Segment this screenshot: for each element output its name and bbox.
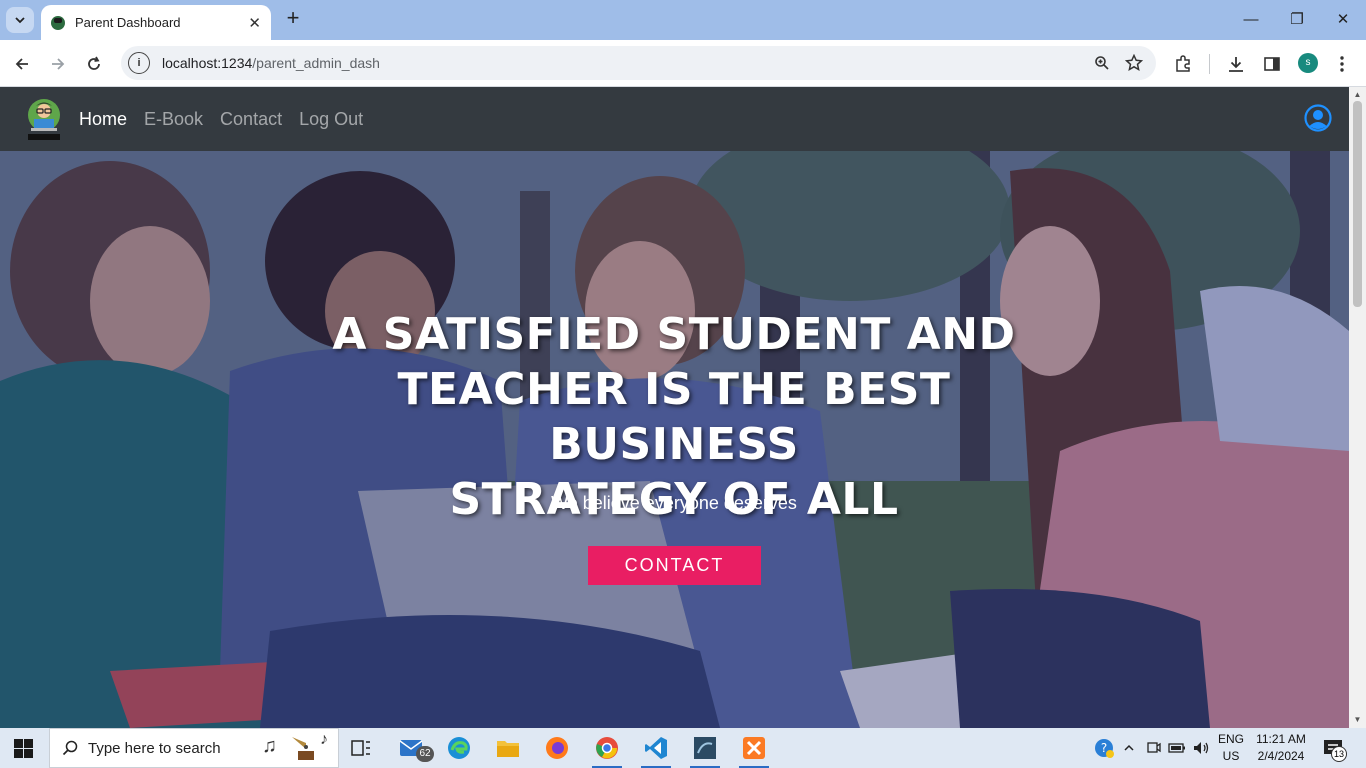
windows-start-icon[interactable] (14, 739, 33, 758)
favicon-icon (51, 15, 65, 30)
new-tab-button[interactable]: + (283, 7, 303, 31)
nav-link-logout[interactable]: Log Out (299, 109, 363, 130)
chrome-icon[interactable] (592, 734, 622, 768)
e-tutor-logo[interactable] (24, 97, 64, 141)
arrow-right-icon (52, 58, 65, 70)
reload-button[interactable] (82, 52, 106, 76)
browser-tab[interactable]: Parent Dashboard ✕ (41, 5, 271, 40)
download-icon[interactable] (1224, 52, 1248, 76)
extensions-icon[interactable] (1171, 52, 1195, 76)
gramophone-icon (288, 733, 318, 763)
vscode-icon[interactable] (641, 734, 671, 768)
edge-browser-icon[interactable] (444, 734, 474, 762)
hero-section: A SATISFIED STUDENT AND TEACHER IS THE B… (0, 151, 1349, 728)
zoom-icon[interactable] (1092, 53, 1112, 73)
taskbar-search-placeholder: Type here to search (88, 739, 221, 757)
clock-date[interactable]: 2/4/2024 (1250, 749, 1312, 763)
region-indicator[interactable]: US (1213, 749, 1249, 763)
restore-button[interactable]: ❐ (1274, 8, 1320, 32)
browser-tabstrip: Parent Dashboard ✕ + — ❐ ✕ (0, 0, 1366, 40)
page-scrollbar[interactable]: ▲ ▼ (1349, 87, 1366, 728)
forward-button[interactable] (46, 52, 70, 76)
address-bar[interactable]: i localhost:1234/parent_admin_dash (121, 46, 1156, 80)
browser-toolbar: i localhost:1234/parent_admin_dash s (0, 40, 1366, 87)
web-page: Home E-Book Contact Log Out A SATISFIED … (0, 87, 1349, 728)
mail-unread-badge: 62 (416, 746, 434, 762)
file-explorer-icon[interactable] (493, 734, 523, 762)
scroll-thumb[interactable] (1353, 101, 1362, 307)
nav-links: Home E-Book Contact Log Out (79, 87, 380, 151)
tab-close-icon[interactable]: ✕ (248, 14, 261, 32)
mysql-workbench-icon[interactable] (690, 734, 720, 768)
clock-time[interactable]: 11:21 AM (1250, 732, 1312, 746)
tab-search-button[interactable] (6, 7, 34, 33)
xampp-icon[interactable] (739, 734, 769, 768)
minimize-button[interactable]: — (1228, 8, 1274, 32)
site-navbar: Home E-Book Contact Log Out (0, 87, 1349, 151)
scroll-up-icon[interactable]: ▲ (1353, 90, 1362, 99)
reload-icon (88, 56, 100, 70)
site-info-icon[interactable]: i (128, 52, 150, 74)
language-indicator[interactable]: ENG (1213, 732, 1249, 746)
firefox-icon[interactable] (542, 734, 572, 762)
hero-subtitle: We believe everyone deserves (551, 493, 797, 513)
volume-icon[interactable] (1186, 734, 1216, 762)
url-text: localhost:1234/parent_admin_dash (162, 55, 380, 71)
task-view-icon[interactable] (346, 734, 376, 762)
close-window-button[interactable]: ✕ (1320, 8, 1366, 32)
profile-avatar[interactable]: s (1298, 53, 1318, 73)
contact-button[interactable]: CONTACT (588, 546, 761, 585)
toolbar-divider (1209, 54, 1210, 74)
nav-link-home[interactable]: Home (79, 109, 127, 130)
hero-title-line-1: A SATISFIED STUDENT AND (332, 309, 1016, 360)
user-account-icon[interactable] (1304, 104, 1332, 132)
nav-link-contact[interactable]: Contact (220, 109, 282, 130)
notification-count-badge: 13 (1331, 746, 1347, 762)
scroll-down-icon[interactable]: ▼ (1353, 715, 1362, 724)
chevron-down-icon (15, 17, 25, 24)
arrow-left-icon (15, 58, 28, 70)
back-button[interactable] (10, 52, 34, 76)
bookmark-star-icon[interactable] (1124, 53, 1144, 73)
hero-title-line-2: TEACHER IS THE BEST BUSINESS (397, 364, 951, 470)
music-note-icon: ♪ (320, 731, 328, 748)
tab-title: Parent Dashboard (75, 15, 181, 30)
nav-link-ebook[interactable]: E-Book (144, 109, 203, 130)
side-panel-icon[interactable] (1260, 52, 1284, 76)
search-icon (62, 740, 78, 756)
kebab-menu-icon[interactable] (1330, 52, 1354, 76)
music-notes-icon: ♫ (262, 735, 277, 757)
taskbar-search-box[interactable]: Type here to search ♫ ♪ (49, 728, 339, 768)
windows-taskbar: Type here to search ♫ ♪ 62 ? ENG US 11:2… (0, 728, 1366, 768)
